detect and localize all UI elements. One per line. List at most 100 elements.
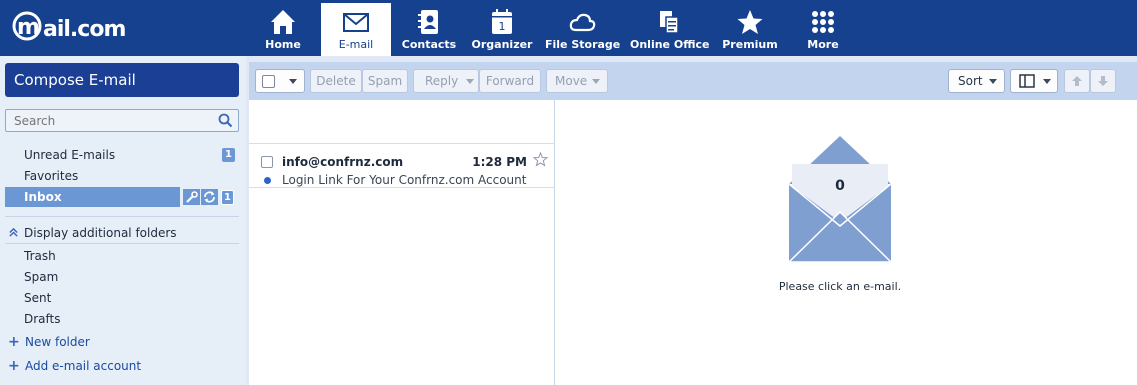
chevron-down-icon	[989, 79, 997, 84]
plus-icon: +	[8, 334, 20, 350]
sidebar-divider	[5, 216, 239, 217]
folder-unread-emails[interactable]: Unread E-mails 1	[5, 145, 239, 165]
mail-main-panel: Delete Spam Reply Forward Move Sort info…	[249, 62, 1137, 385]
display-additional-folders-toggle[interactable]: Display additional folders	[5, 223, 239, 243]
folder-label: Drafts	[24, 312, 61, 326]
reply-dropdown[interactable]: Reply	[413, 69, 479, 93]
search-box	[5, 109, 239, 132]
message-subject: Login Link For Your Confrnz.com Account	[282, 173, 527, 187]
envelope-illustration: 0	[781, 134, 899, 263]
refresh-icon[interactable]	[201, 189, 218, 205]
star-icon	[737, 10, 763, 34]
sidebar: Compose E-mail Unread E-mails 1 Favorite…	[0, 56, 246, 385]
new-folder-link[interactable]: + New folder	[5, 333, 90, 351]
folder-spam[interactable]: Spam	[5, 267, 239, 287]
unread-count-badge: 1	[222, 148, 235, 162]
wrench-icon[interactable]	[183, 189, 200, 205]
chevron-down-icon	[466, 79, 474, 84]
folder-sent[interactable]: Sent	[5, 288, 239, 308]
inbox-count-badge: 1	[221, 190, 234, 205]
add-account-label: Add e-mail account	[25, 359, 142, 373]
sidebar-divider	[5, 243, 239, 244]
message-checkbox[interactable]	[261, 156, 273, 168]
add-email-account-link[interactable]: + Add e-mail account	[5, 357, 141, 375]
nav-label-premium: Premium	[722, 38, 778, 51]
arrow-down-icon	[1098, 76, 1108, 86]
message-row[interactable]: info@confrnz.com 1:28 PM Login Link For …	[249, 144, 555, 188]
svg-text:m: m	[17, 15, 40, 40]
new-folder-label: New folder	[25, 335, 90, 349]
chevron-down-icon	[289, 79, 297, 84]
grid-icon	[812, 11, 834, 33]
nav-label-online-office: Online Office	[630, 38, 710, 51]
select-all-dropdown[interactable]	[255, 69, 305, 93]
arrow-up-icon	[1072, 76, 1082, 86]
mail-com-logo[interactable]: m ail.com	[12, 11, 130, 45]
nav-label-file-storage: File Storage	[545, 38, 621, 51]
layout-dropdown[interactable]	[1010, 69, 1058, 93]
calendar-icon: 1	[492, 9, 512, 34]
folder-label: Favorites	[24, 169, 79, 183]
folder-inbox[interactable]: Inbox	[5, 187, 180, 207]
home-icon	[271, 10, 295, 34]
move-dropdown[interactable]: Move	[546, 69, 608, 93]
compose-email-button[interactable]: Compose E-mail	[5, 63, 239, 97]
folder-label: Spam	[24, 270, 59, 284]
top-navigation-bar: m ail.com Home E-mail Contacts 1 Organiz…	[0, 0, 1137, 56]
nav-contacts[interactable]: Contacts	[398, 3, 460, 56]
folder-label: Trash	[24, 249, 56, 263]
envelope-icon	[343, 13, 369, 32]
folder-favorites[interactable]: Favorites	[5, 166, 239, 186]
search-input[interactable]	[6, 110, 206, 131]
previous-email-button[interactable]	[1064, 69, 1090, 93]
calendar-day: 1	[499, 20, 506, 33]
plus-icon: +	[8, 358, 20, 374]
reply-label: Reply	[425, 74, 459, 88]
folder-trash[interactable]: Trash	[5, 246, 239, 266]
folder-label: Display additional folders	[24, 226, 177, 240]
folder-label: Inbox	[24, 190, 62, 204]
search-icon[interactable]	[218, 113, 233, 128]
message-sender: info@confrnz.com	[282, 155, 404, 169]
preview-pane: 0 Please click an e-mail.	[556, 100, 1137, 385]
sort-label: Sort	[958, 74, 983, 88]
nav-label-home: Home	[265, 38, 301, 51]
chevron-down-icon	[1043, 79, 1051, 84]
nav-label-more: More	[807, 38, 839, 51]
contacts-icon	[418, 10, 438, 34]
chevron-up-double-icon	[9, 227, 18, 237]
nav-label-contacts: Contacts	[401, 38, 457, 51]
delete-button[interactable]: Delete	[310, 69, 362, 93]
next-email-button[interactable]	[1090, 69, 1116, 93]
nav-premium[interactable]: Premium	[718, 3, 782, 56]
unread-indicator-icon	[264, 177, 271, 184]
nav-label-organizer: Organizer	[471, 38, 533, 51]
move-label: Move	[555, 74, 588, 88]
preview-placeholder-text: Please click an e-mail.	[778, 280, 902, 293]
nav-email[interactable]: E-mail	[321, 3, 391, 56]
nav-label-email: E-mail	[338, 38, 374, 51]
mail-toolbar: Delete Spam Reply Forward Move Sort	[249, 62, 1137, 100]
message-time: 1:28 PM	[472, 155, 527, 169]
envelope-count: 0	[835, 178, 845, 194]
split-pane-icon	[1019, 74, 1035, 88]
favorite-star-icon[interactable]	[533, 152, 548, 167]
nav-more[interactable]: More	[795, 3, 851, 56]
message-list-header	[249, 100, 555, 144]
folder-label: Unread E-mails	[24, 148, 116, 162]
nav-organizer[interactable]: 1 Organizer	[470, 3, 534, 56]
spam-button[interactable]: Spam	[362, 69, 408, 93]
folder-drafts[interactable]: Drafts	[5, 309, 239, 329]
select-all-checkbox[interactable]	[262, 75, 275, 88]
chevron-down-icon	[592, 79, 600, 84]
documents-icon	[660, 11, 679, 34]
nav-online-office[interactable]: Online Office	[630, 3, 710, 56]
forward-button[interactable]: Forward	[479, 69, 541, 93]
sort-dropdown[interactable]: Sort	[948, 69, 1005, 93]
logo-text: ail.com	[43, 17, 125, 42]
nav-home[interactable]: Home	[250, 3, 316, 56]
open-envelope-icon	[787, 136, 893, 263]
message-list: info@confrnz.com 1:28 PM Login Link For …	[249, 100, 555, 385]
folder-label: Sent	[24, 291, 52, 305]
nav-file-storage[interactable]: File Storage	[545, 3, 621, 56]
